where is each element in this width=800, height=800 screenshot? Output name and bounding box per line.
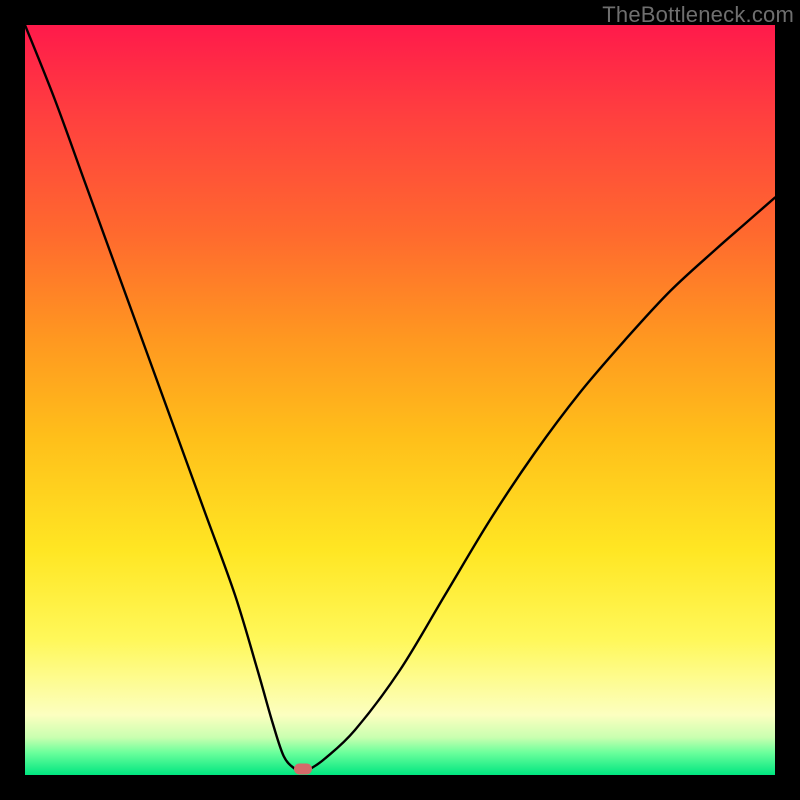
chart-frame: TheBottleneck.com <box>0 0 800 800</box>
bottleneck-curve <box>25 25 775 775</box>
minimum-marker <box>294 764 312 775</box>
plot-area <box>25 25 775 775</box>
